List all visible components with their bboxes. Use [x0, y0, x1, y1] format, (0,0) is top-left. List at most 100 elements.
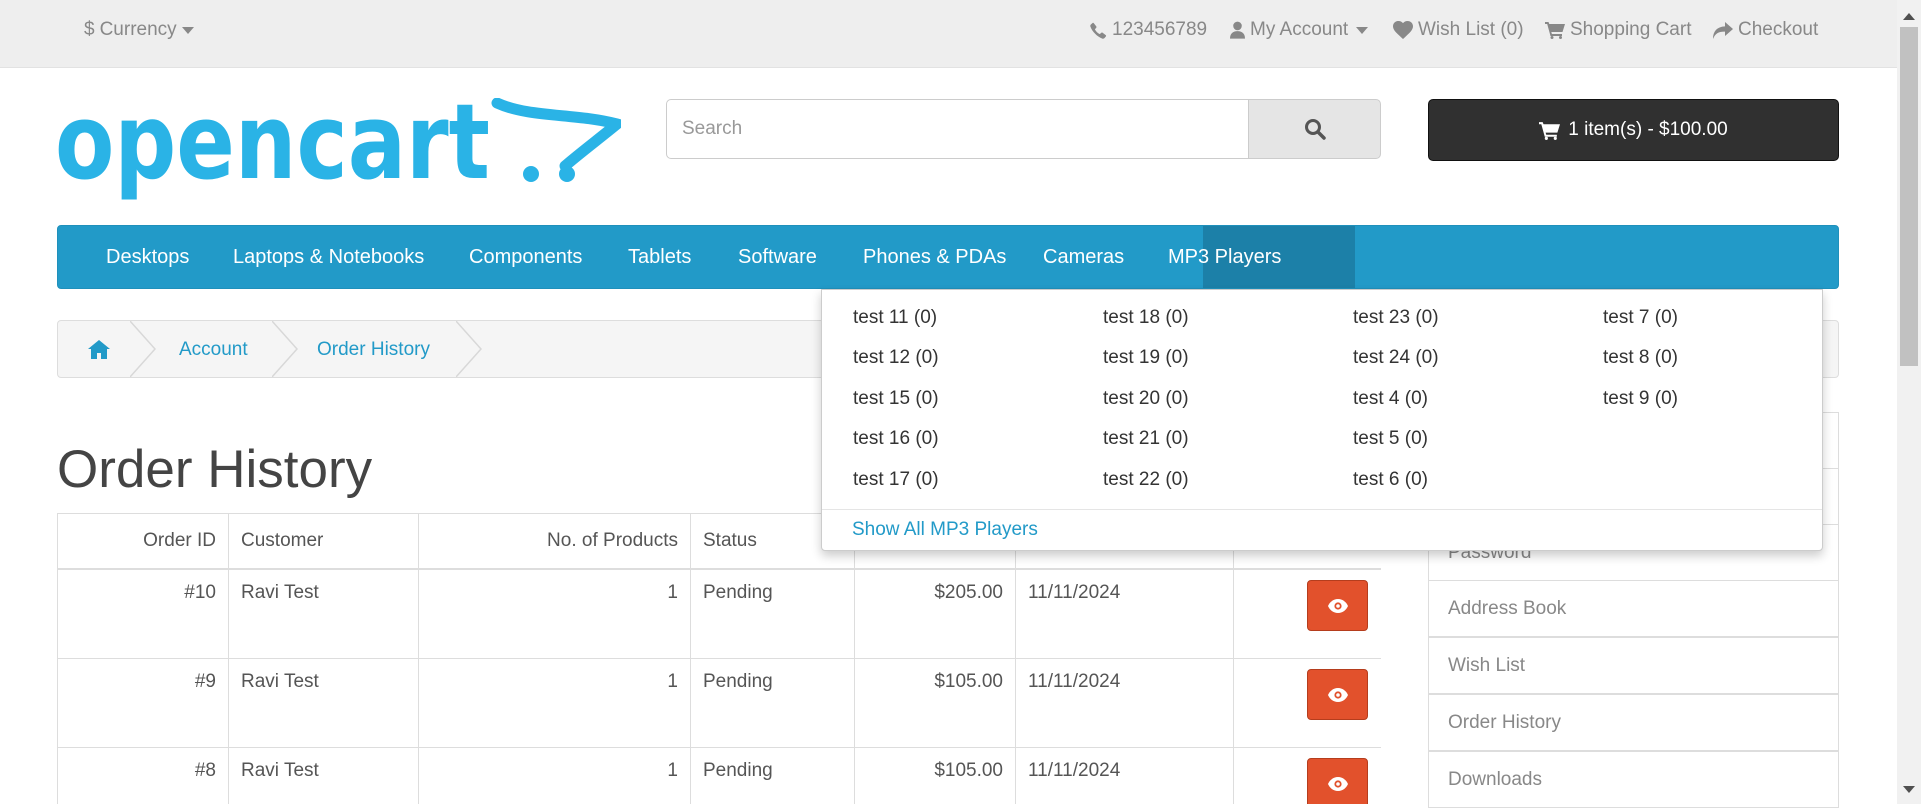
dropdown-item[interactable]: test 8 (0): [1603, 347, 1678, 369]
product-count: 1: [418, 568, 691, 659]
breadcrumb-account[interactable]: Account: [179, 339, 248, 361]
status: Pending: [690, 568, 855, 659]
sidebar-item-address-book[interactable]: Address Book: [1428, 580, 1839, 637]
checkout-link[interactable]: Checkout: [1713, 19, 1818, 41]
menu-item-laptops-notebooks[interactable]: Laptops & Notebooks: [233, 226, 424, 288]
action-cell: [1233, 747, 1381, 804]
cart-icon: [1545, 22, 1565, 39]
menu-item-phones-pdas[interactable]: Phones & PDAs: [863, 226, 1006, 288]
product-count: 1: [418, 747, 691, 804]
sidebar-item-order-history[interactable]: Order History: [1428, 694, 1839, 751]
dropdown-item[interactable]: test 6 (0): [1353, 469, 1428, 491]
search-icon: [1304, 119, 1326, 140]
order-id: #10: [57, 568, 229, 659]
wish-list-link[interactable]: Wish List (0): [1393, 19, 1524, 41]
date-added: 11/11/2024: [1015, 568, 1234, 659]
dropdown-item[interactable]: test 7 (0): [1603, 307, 1678, 329]
shopping-cart-label: Shopping Cart: [1570, 19, 1692, 40]
menu-item-software[interactable]: Software: [738, 226, 817, 288]
opencart-logo[interactable]: opencart: [55, 98, 621, 213]
view-order-button[interactable]: [1307, 580, 1368, 631]
dropdown-item[interactable]: test 23 (0): [1353, 307, 1439, 329]
search-input[interactable]: [666, 99, 1249, 159]
menu-item-desktops[interactable]: Desktops: [106, 226, 189, 288]
col-no-of-products: No. of Products: [418, 513, 691, 570]
eye-icon: [1327, 598, 1348, 613]
share-icon: [1713, 21, 1733, 39]
dropdown-item[interactable]: test 4 (0): [1353, 388, 1428, 410]
my-account-label: My Account: [1250, 19, 1349, 40]
show-all-mp3-players-link[interactable]: Show All MP3 Players: [852, 519, 1038, 541]
currency-label: Currency: [99, 19, 177, 40]
menu-item-mp3-players[interactable]: MP3 Players: [1168, 226, 1281, 288]
user-icon: [1230, 21, 1245, 39]
order-id: #8: [57, 747, 229, 804]
dollar-icon: $: [84, 19, 95, 40]
menu-item-cameras[interactable]: Cameras: [1043, 226, 1124, 288]
dropdown-item[interactable]: test 9 (0): [1603, 388, 1678, 410]
total: $105.00: [854, 747, 1016, 804]
customer: Ravi Test: [228, 658, 419, 748]
top-bar: $ Currency 123456789 My Account Wish Lis…: [0, 0, 1897, 68]
eye-icon: [1327, 687, 1348, 702]
shopping-cart-link[interactable]: Shopping Cart: [1545, 19, 1691, 41]
order-history-table: Order ID Customer No. of Products Status…: [57, 513, 1381, 804]
col-order-id: Order ID: [57, 513, 229, 570]
product-count: 1: [418, 658, 691, 748]
eye-icon: [1327, 776, 1348, 791]
phone-number: 123456789: [1112, 19, 1208, 40]
caret-down-icon: [181, 26, 194, 34]
sidebar-item-wish-list[interactable]: Wish List: [1428, 637, 1839, 694]
customer: Ravi Test: [228, 747, 419, 804]
customer: Ravi Test: [228, 568, 419, 659]
dropdown-item[interactable]: test 20 (0): [1103, 388, 1189, 410]
dropdown-item[interactable]: test 16 (0): [853, 428, 939, 450]
dropdown-item[interactable]: test 24 (0): [1353, 347, 1439, 369]
status: Pending: [690, 658, 855, 748]
dropdown-item[interactable]: test 11 (0): [853, 307, 937, 329]
scrollbar-thumb[interactable]: [1900, 27, 1918, 366]
table-row: #9 Ravi Test 1 Pending $105.00 11/11/202…: [57, 658, 1381, 748]
dropdown-divider: [822, 509, 1822, 510]
breadcrumb-separator-icon: [130, 321, 156, 377]
dropdown-item[interactable]: test 19 (0): [1103, 347, 1189, 369]
dropdown-item[interactable]: test 18 (0): [1103, 307, 1189, 329]
action-cell: [1233, 568, 1381, 659]
phone-link[interactable]: 123456789: [1090, 19, 1207, 41]
page-title: Order History: [57, 440, 373, 499]
menu-item-components[interactable]: Components: [469, 226, 582, 288]
menu-item-tablets[interactable]: Tablets: [628, 226, 691, 288]
order-id: #9: [57, 658, 229, 748]
currency-dropdown[interactable]: $ Currency: [84, 19, 194, 41]
dropdown-item[interactable]: test 12 (0): [853, 347, 939, 369]
total: $205.00: [854, 568, 1016, 659]
home-icon[interactable]: [88, 340, 110, 359]
breadcrumb-separator-icon: [272, 321, 298, 377]
dropdown-item[interactable]: test 21 (0): [1103, 428, 1189, 450]
dropdown-item[interactable]: test 5 (0): [1353, 428, 1428, 450]
dropdown-item[interactable]: test 15 (0): [853, 388, 939, 410]
date-added: 11/11/2024: [1015, 747, 1234, 804]
scroll-up-arrow-icon[interactable]: [1903, 13, 1915, 20]
breadcrumb-separator-icon: [456, 321, 482, 377]
cart-icon: [1539, 121, 1561, 140]
sidebar-item-downloads[interactable]: Downloads: [1428, 751, 1839, 808]
phone-icon: [1090, 22, 1107, 39]
table-row: #8 Ravi Test 1 Pending $105.00 11/11/202…: [57, 747, 1381, 804]
breadcrumb-order-history[interactable]: Order History: [317, 339, 430, 361]
dropdown-item[interactable]: test 22 (0): [1103, 469, 1189, 491]
view-order-button[interactable]: [1307, 758, 1368, 804]
table-row: #10 Ravi Test 1 Pending $205.00 11/11/20…: [57, 568, 1381, 659]
scroll-down-arrow-icon[interactable]: [1903, 786, 1915, 793]
cart-total-button[interactable]: 1 item(s) - $100.00: [1428, 99, 1839, 161]
logo-text: opencart: [55, 98, 490, 203]
my-account-dropdown[interactable]: My Account: [1230, 19, 1369, 41]
total: $105.00: [854, 658, 1016, 748]
status: Pending: [690, 747, 855, 804]
view-order-button[interactable]: [1307, 669, 1368, 720]
search-button[interactable]: [1248, 99, 1381, 159]
wish-list-label: Wish List (0): [1418, 19, 1524, 40]
dropdown-item[interactable]: test 17 (0): [853, 469, 939, 491]
col-customer: Customer: [228, 513, 419, 570]
heart-icon: [1393, 21, 1413, 39]
